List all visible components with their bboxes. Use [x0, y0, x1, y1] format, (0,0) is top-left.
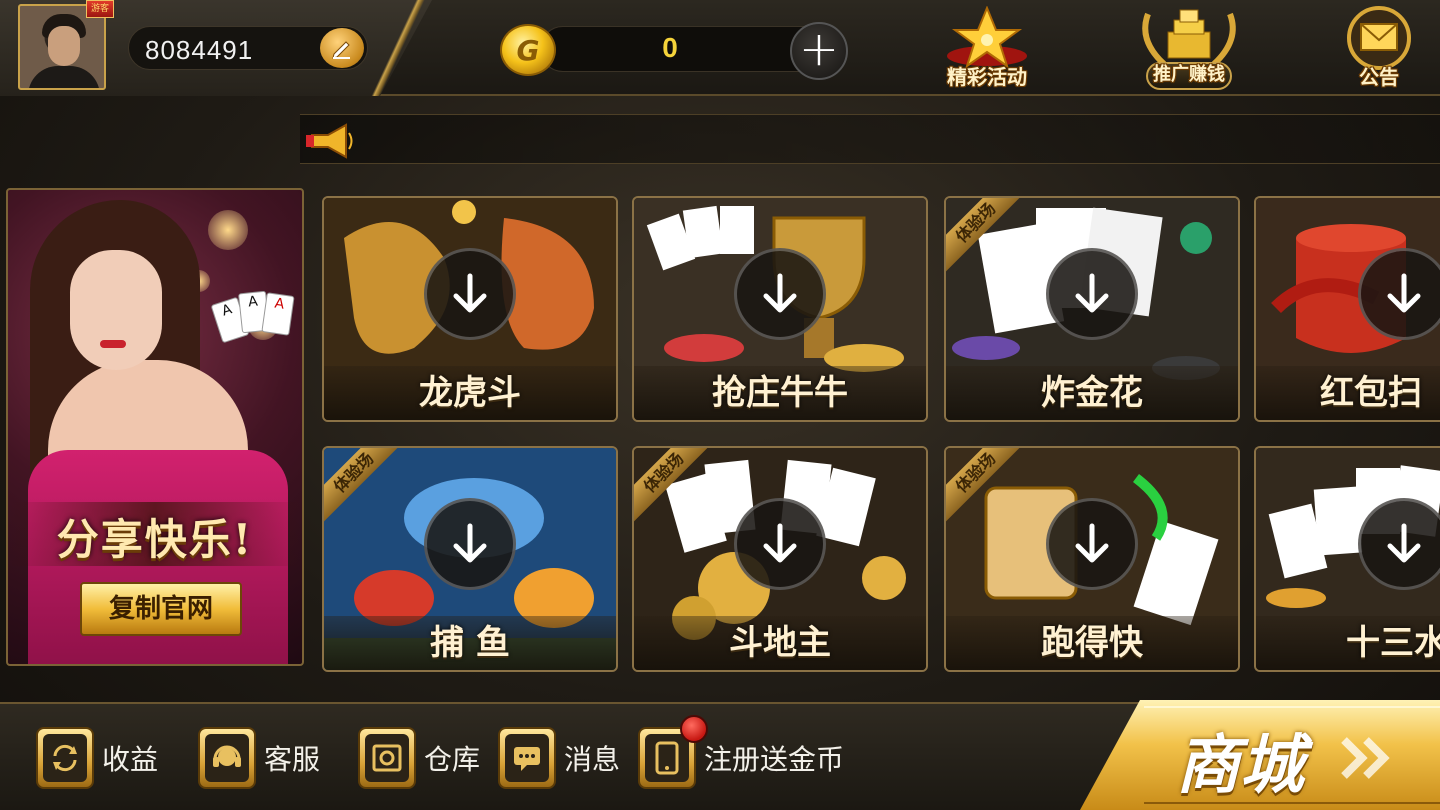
download-button[interactable]	[1358, 498, 1440, 590]
game-name: 炸金花	[1041, 373, 1143, 413]
double-chevron-right-icon	[1341, 737, 1390, 779]
shop-label: 商城	[1176, 729, 1304, 803]
announcement-marquee	[300, 114, 1440, 164]
guest-badge: 游客	[86, 0, 114, 18]
promote-earn-label: 推广赚钱	[1153, 64, 1225, 85]
download-arrow-icon	[763, 273, 797, 313]
download-arrow-icon	[453, 273, 487, 313]
download-arrow-icon	[1387, 523, 1421, 563]
gold-coin-icon: G	[500, 24, 556, 76]
chat-icon	[514, 747, 540, 771]
download-button[interactable]	[734, 248, 826, 340]
download-arrow-icon	[453, 523, 487, 563]
game-card-shisanshui[interactable]: 十三水	[1254, 446, 1440, 672]
download-button[interactable]	[734, 498, 826, 590]
game-card-buyu[interactable]: 体验场 捕 鱼	[322, 446, 618, 672]
refresh-icon	[53, 744, 77, 772]
earnings-label: 收益	[102, 743, 159, 776]
earnings-button[interactable]: 收益	[36, 724, 158, 792]
download-arrow-icon	[763, 523, 797, 563]
megaphone-icon	[306, 123, 353, 159]
customer-service-button[interactable]: 客服	[198, 724, 320, 792]
user-id: 8084491	[145, 35, 254, 65]
events-button[interactable]: 精彩活动	[932, 6, 1042, 92]
coin-balance-panel: G 0 +	[500, 22, 850, 80]
download-arrow-icon	[1075, 523, 1109, 563]
game-card-longhudou[interactable]: 龙虎斗	[322, 196, 618, 422]
game-card-zhajinhua[interactable]: 体验场 炸金花	[944, 196, 1240, 422]
safe-icon	[372, 744, 402, 772]
playing-card: A	[261, 292, 295, 336]
profile-panel-edge	[360, 0, 440, 96]
download-button[interactable]	[424, 498, 516, 590]
pencil-icon	[332, 41, 350, 59]
download-button[interactable]	[1046, 248, 1138, 340]
register-bonus-button[interactable]: 注册送金币	[638, 715, 845, 792]
download-button[interactable]	[1358, 248, 1440, 340]
warehouse-label: 仓库	[424, 743, 481, 776]
game-name: 斗地主	[729, 623, 831, 663]
promote-earn-button[interactable]: 推广赚钱	[1134, 6, 1244, 92]
events-label: 精彩活动	[947, 65, 1027, 89]
warehouse-button[interactable]: 仓库	[358, 724, 480, 792]
announcement-button[interactable]: 公告	[1325, 6, 1433, 92]
add-coins-button[interactable]: +	[790, 22, 848, 80]
download-arrow-icon	[1387, 273, 1421, 313]
download-button[interactable]	[424, 248, 516, 340]
promo-banner[interactable]: A A A 分享快乐! 复制官网	[6, 188, 304, 666]
star-trophy-icon	[947, 6, 1027, 68]
messages-label: 消息	[564, 743, 621, 776]
shop-button[interactable]: 商城	[1080, 700, 1440, 810]
banner-title: 分享快乐!	[56, 515, 254, 564]
game-card-hongbao[interactable]: 红包扫	[1254, 196, 1440, 422]
top-bar: 游客 8084491 G 0 + 精彩活动 推广赚钱 公告	[0, 0, 1440, 96]
headset-icon	[213, 745, 241, 767]
coin-balance: 0	[662, 32, 678, 63]
game-card-qiangzhuang-niuniu[interactable]: 抢庄牛牛	[632, 196, 928, 422]
notification-dot	[680, 715, 708, 743]
game-name: 十三水	[1346, 623, 1440, 663]
edit-profile-button[interactable]	[320, 28, 364, 68]
game-name: 抢庄牛牛	[712, 373, 848, 413]
game-card-doudizhu[interactable]: 体验场 斗地主	[632, 446, 928, 672]
phone-icon	[655, 741, 679, 775]
messages-button[interactable]: 消息	[498, 724, 620, 792]
game-name: 捕 鱼	[430, 623, 510, 663]
game-card-paodekuai[interactable]: 体验场 跑得快	[944, 446, 1240, 672]
announcement-label: 公告	[1359, 65, 1399, 89]
customer-service-label: 客服	[264, 743, 321, 776]
game-name: 跑得快	[1041, 623, 1143, 663]
game-name: 红包扫	[1320, 373, 1422, 413]
download-button[interactable]	[1046, 498, 1138, 590]
copy-website-button[interactable]: 复制官网	[80, 582, 242, 636]
download-arrow-icon	[1075, 273, 1109, 313]
game-name: 龙虎斗	[419, 373, 521, 413]
register-bonus-label: 注册送金币	[704, 743, 845, 776]
